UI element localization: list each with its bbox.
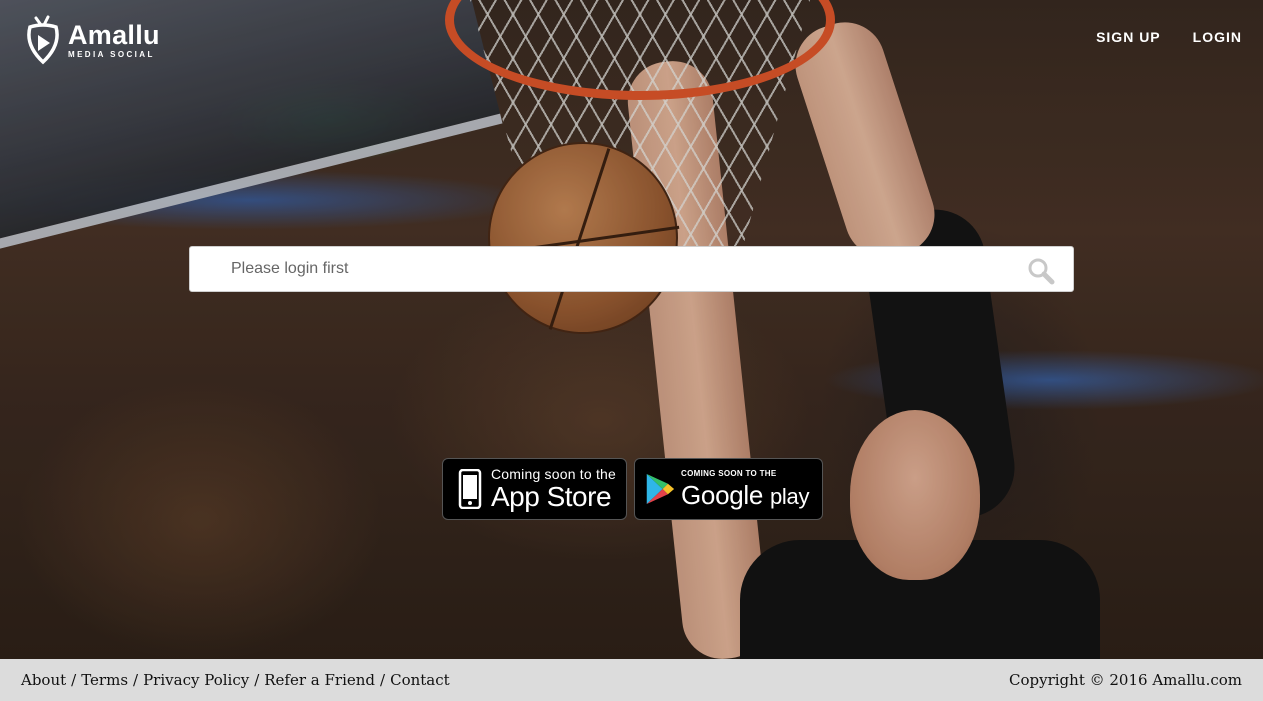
- hero-overlay: [0, 0, 1263, 659]
- logo-play-icon: [24, 15, 62, 65]
- footer-link-refer[interactable]: Refer a Friend: [264, 671, 375, 689]
- footer-separator: /: [71, 671, 77, 689]
- footer-separator: /: [380, 671, 386, 689]
- google-play-badge[interactable]: COMING SOON TO THE Google play: [634, 458, 823, 520]
- brand-tagline: MEDIA SOCIAL: [68, 49, 155, 59]
- footer-separator: /: [254, 671, 260, 689]
- login-link[interactable]: LOGIN: [1193, 29, 1242, 45]
- google-play-suffix-text: play: [769, 484, 810, 509]
- footer-link-privacy[interactable]: Privacy Policy: [143, 671, 249, 689]
- hero-background-image: [0, 0, 1263, 659]
- app-store-big-text: App Store: [491, 481, 612, 512]
- phone-icon: [455, 468, 485, 510]
- footer: About / Terms / Privacy Policy / Refer a…: [0, 659, 1263, 701]
- footer-link-about[interactable]: About: [21, 671, 66, 689]
- store-badges: Coming soon to the App Store COMING SOON…: [442, 458, 823, 520]
- search-input[interactable]: [190, 247, 990, 291]
- search-icon[interactable]: [1027, 257, 1055, 285]
- google-play-icon: [645, 468, 675, 510]
- brand-logo[interactable]: Amallu MEDIA SOCIAL: [24, 14, 164, 66]
- search-bar: [189, 246, 1074, 292]
- signup-link[interactable]: SIGN UP: [1096, 29, 1161, 45]
- app-store-small-text: Coming soon to the: [491, 466, 617, 482]
- footer-links: About / Terms / Privacy Policy / Refer a…: [21, 671, 450, 689]
- footer-link-terms[interactable]: Terms: [81, 671, 128, 689]
- app-store-badge[interactable]: Coming soon to the App Store: [442, 458, 627, 520]
- google-play-small-text: COMING SOON TO THE: [681, 469, 777, 478]
- top-nav: SIGN UP LOGIN: [1096, 29, 1242, 45]
- brand-name: Amallu: [68, 19, 160, 50]
- copyright-text: Copyright © 2016 Amallu.com: [1009, 671, 1242, 689]
- google-play-brand-text: Google: [681, 480, 764, 510]
- footer-link-contact[interactable]: Contact: [390, 671, 450, 689]
- footer-separator: /: [133, 671, 139, 689]
